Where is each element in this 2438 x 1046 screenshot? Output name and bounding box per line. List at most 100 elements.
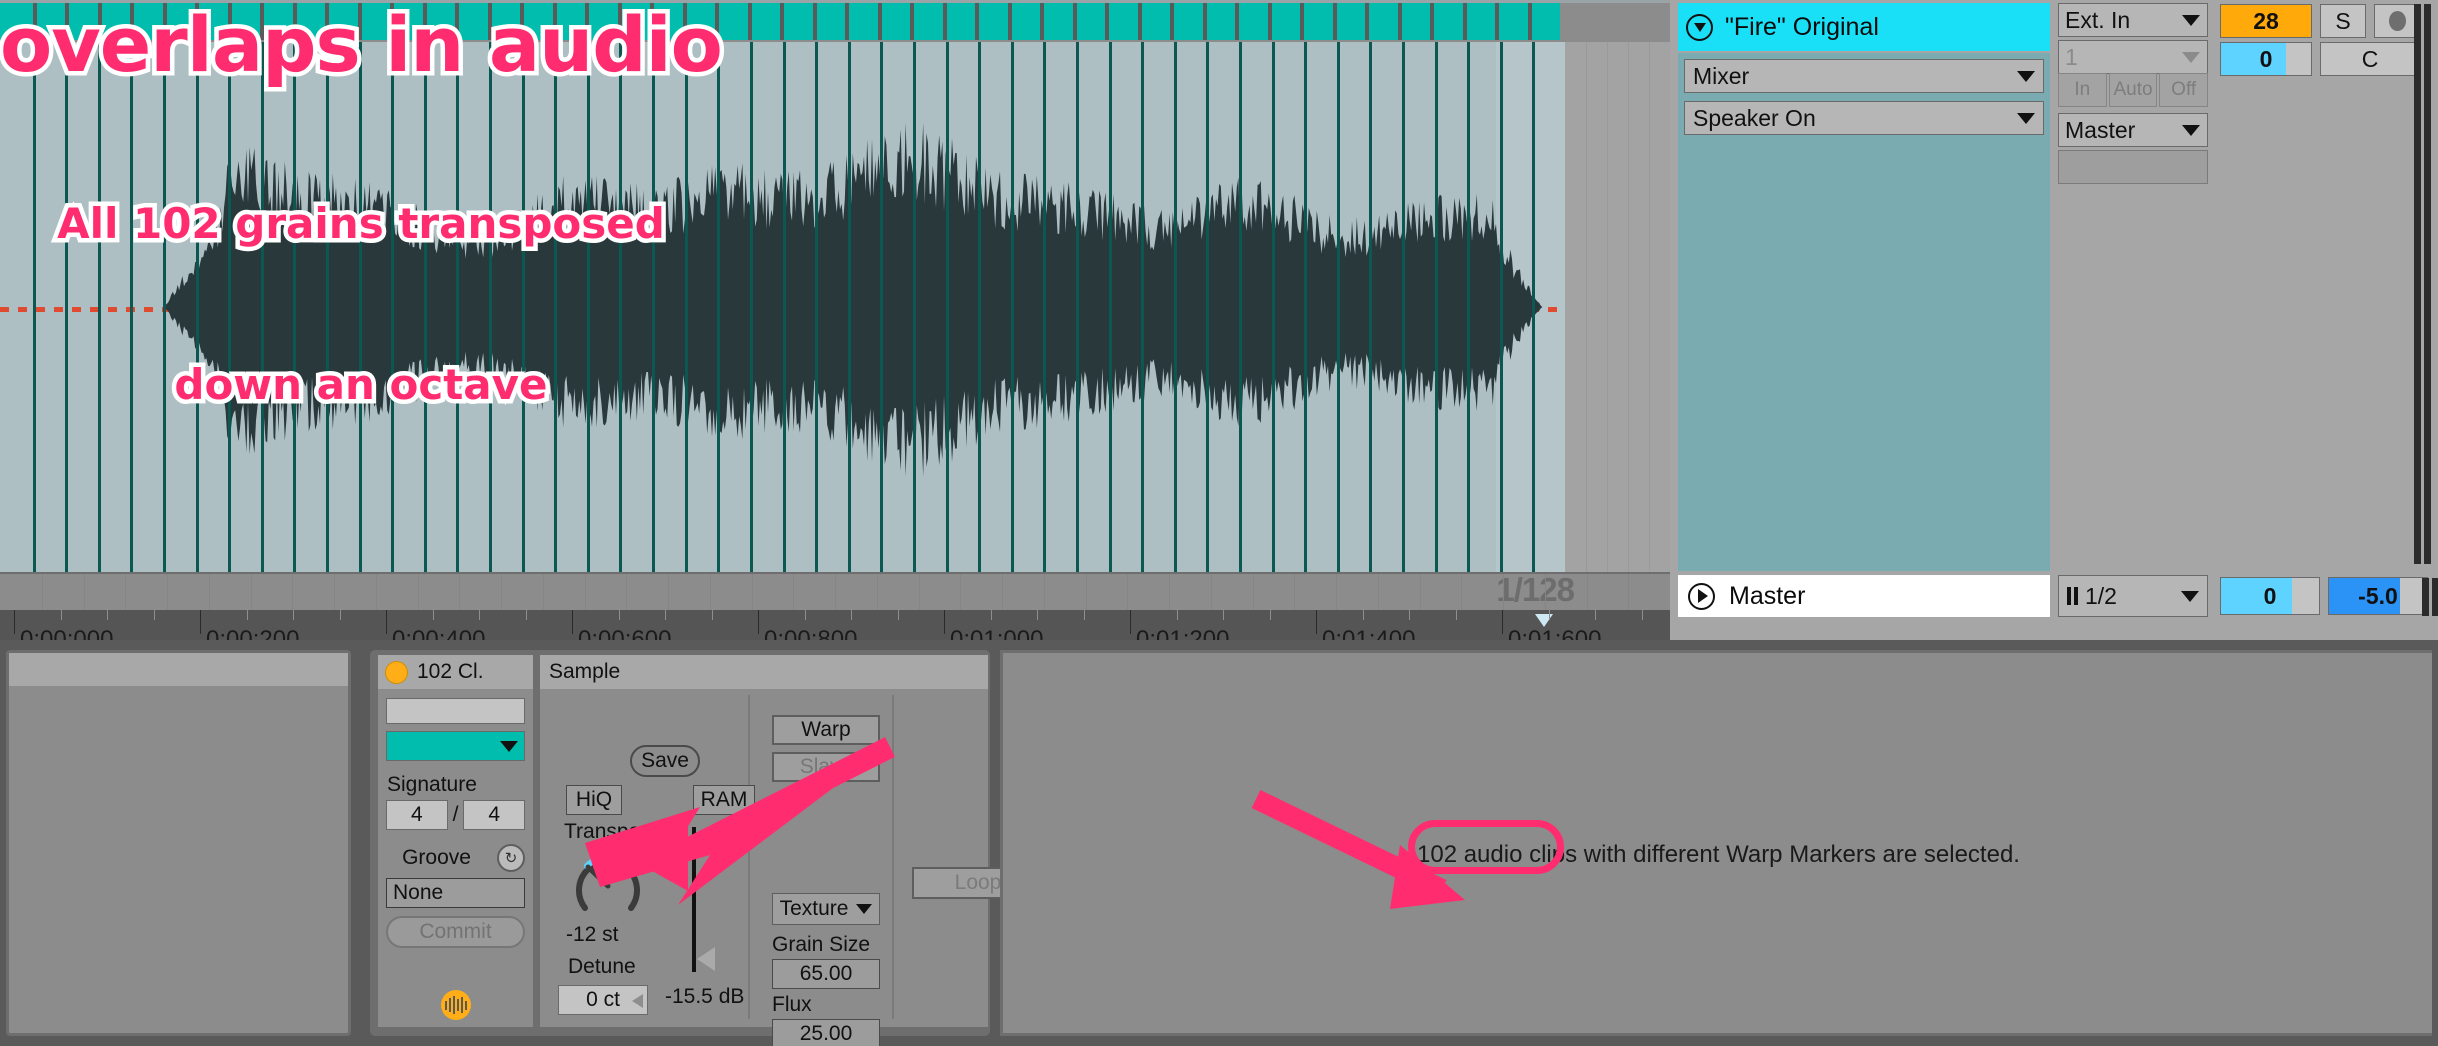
audio-to-label: Master xyxy=(2065,116,2136,143)
time-ruler-minor-tick xyxy=(153,610,155,620)
audio-from-channel-select[interactable]: 1 xyxy=(2058,40,2208,74)
warp-marker-gridline xyxy=(685,42,688,572)
warp-marker-gridline xyxy=(1174,42,1177,572)
cue-out-select[interactable]: 1/2 xyxy=(2058,575,2208,617)
mixer-select[interactable]: Mixer xyxy=(1684,59,2044,93)
hiq-button[interactable]: HiQ xyxy=(566,785,622,815)
warp-marker-gridline xyxy=(163,42,166,572)
time-ruler-tick xyxy=(1502,610,1503,634)
chevron-down-icon[interactable] xyxy=(1686,13,1713,41)
warp-marker-gridline xyxy=(946,42,949,572)
master-track-row: Master 1/2 0 -5.0 xyxy=(1678,575,2430,617)
transpose-value: -12 st xyxy=(566,923,619,946)
detune-field[interactable]: 0 ct xyxy=(558,985,648,1015)
flux-field[interactable]: 25.00 xyxy=(772,1019,880,1046)
monitor-in-button[interactable]: In xyxy=(2058,73,2107,107)
warp-marker-gridline xyxy=(391,42,394,572)
grid-bar-line xyxy=(1336,574,1337,610)
track-title-bar[interactable]: "Fire" Original xyxy=(1678,3,2050,51)
empty-region-gridline xyxy=(1607,42,1608,572)
clip-strip-divider xyxy=(813,3,817,40)
master-pan-control[interactable]: 0 xyxy=(2220,577,2320,615)
audio-to-select[interactable]: Master xyxy=(2058,113,2208,147)
time-ruler-minor-tick xyxy=(665,610,666,620)
warp-marker-gridline xyxy=(326,42,329,572)
scene-launch-number[interactable]: 28 xyxy=(2220,4,2312,38)
activator-led-icon[interactable] xyxy=(385,660,408,684)
grid-bar-line xyxy=(459,574,460,610)
grid-bar-line xyxy=(1587,574,1588,610)
browser-pane[interactable] xyxy=(6,650,351,1036)
time-ruler-minor-tick xyxy=(1083,610,1085,620)
commit-button[interactable]: Commit xyxy=(386,916,525,948)
master-pan-value: 0 xyxy=(2263,582,2277,609)
chevron-down-icon xyxy=(2182,51,2200,63)
clip-name-field[interactable] xyxy=(386,698,525,724)
sample-device-title-bar[interactable]: Sample xyxy=(540,655,988,689)
clip-strip-divider xyxy=(293,3,297,40)
groove-refresh-icon[interactable]: ↻ xyxy=(497,844,525,872)
chevron-down-icon xyxy=(856,904,873,914)
clip-device-footer-icon[interactable] xyxy=(440,990,471,1020)
speaker-select[interactable]: Speaker On xyxy=(1684,101,2044,135)
warp-mode-select[interactable]: Texture xyxy=(772,893,880,925)
ram-button[interactable]: RAM xyxy=(693,785,755,815)
grain-size-field[interactable]: 65.00 xyxy=(772,959,880,989)
clip-strip-divider xyxy=(1008,3,1012,40)
clip-strip-divider xyxy=(650,3,654,40)
master-volume-control[interactable]: -5.0 xyxy=(2328,577,2428,615)
waveform-display[interactable] xyxy=(0,42,1565,572)
signature-denominator[interactable]: 4 xyxy=(463,800,525,830)
clip-color-select[interactable] xyxy=(386,731,525,761)
sample-device-title: Sample xyxy=(549,660,621,683)
grid-bar-line xyxy=(1044,574,1045,610)
clip-strip-divider xyxy=(1170,3,1174,40)
pan-control[interactable]: 0 xyxy=(2220,42,2312,76)
crossfade-assign-button[interactable]: C xyxy=(2320,42,2420,76)
solo-button[interactable]: S xyxy=(2320,4,2366,38)
clip-strip-divider xyxy=(943,3,947,40)
time-ruler-minor-tick xyxy=(246,610,248,620)
sample-divider-1 xyxy=(748,695,750,1019)
sample-divider-2 xyxy=(892,695,894,1019)
speaker-select-label: Speaker On xyxy=(1693,104,1816,131)
clip-device-chain: 102 Cl. Signature 4 / 4 Groove ↻ None Co… xyxy=(370,650,1044,1046)
transpose-knob[interactable] xyxy=(572,850,644,922)
groove-row: Groove ↻ xyxy=(386,844,525,872)
warp-marker-gridline xyxy=(261,42,264,572)
audio-to-channel-select[interactable] xyxy=(2058,150,2208,184)
clip-waveform-editor[interactable]: 1/128 0:00:0000:00:2000:00:4000:00:6000:… xyxy=(0,0,1670,664)
transpose-knob-graphic xyxy=(576,850,640,911)
groove-select[interactable]: None xyxy=(386,878,525,908)
save-button[interactable]: Save xyxy=(630,745,700,777)
grid-bar-line xyxy=(1002,574,1003,610)
time-ruler-tick xyxy=(944,610,945,634)
clip-device-title-bar[interactable]: 102 Cl. xyxy=(378,655,533,689)
time-ruler-tick xyxy=(1316,610,1317,634)
waveform-empty-region[interactable] xyxy=(1565,42,1670,572)
gain-fader-handle-icon[interactable] xyxy=(697,947,715,971)
monitor-mode-group[interactable]: In Auto Off xyxy=(2058,73,2209,107)
monitor-auto-button[interactable]: Auto xyxy=(2108,73,2158,107)
warp-marker-gridline xyxy=(1109,42,1112,572)
track-level-meter xyxy=(2414,4,2434,564)
warp-marker-gridline xyxy=(1043,42,1046,572)
clip-strip-divider xyxy=(325,3,329,40)
time-ruler-minor-tick xyxy=(618,610,620,620)
master-track-name-field[interactable]: Master xyxy=(1678,575,2050,617)
grid-bar-line xyxy=(1294,574,1295,610)
play-icon[interactable] xyxy=(1688,582,1715,610)
clip-strip-divider xyxy=(1463,3,1467,40)
clip-title-strip[interactable] xyxy=(0,3,1560,40)
monitor-off-button[interactable]: Off xyxy=(2159,73,2209,107)
warp-button[interactable]: Warp xyxy=(772,715,880,745)
gain-fader-track[interactable] xyxy=(692,827,696,972)
warp-mode-button[interactable]: Slave xyxy=(772,752,880,782)
record-dot-icon xyxy=(2388,11,2406,31)
audio-from-select[interactable]: Ext. In xyxy=(2058,3,2208,37)
decrement-icon[interactable] xyxy=(632,994,643,1008)
grid-bar-line xyxy=(1461,574,1462,610)
grid-resolution-label: 1/128 xyxy=(1496,571,1575,608)
grid-settings-bar[interactable]: 1/128 xyxy=(0,571,1670,610)
signature-numerator[interactable]: 4 xyxy=(386,800,448,830)
